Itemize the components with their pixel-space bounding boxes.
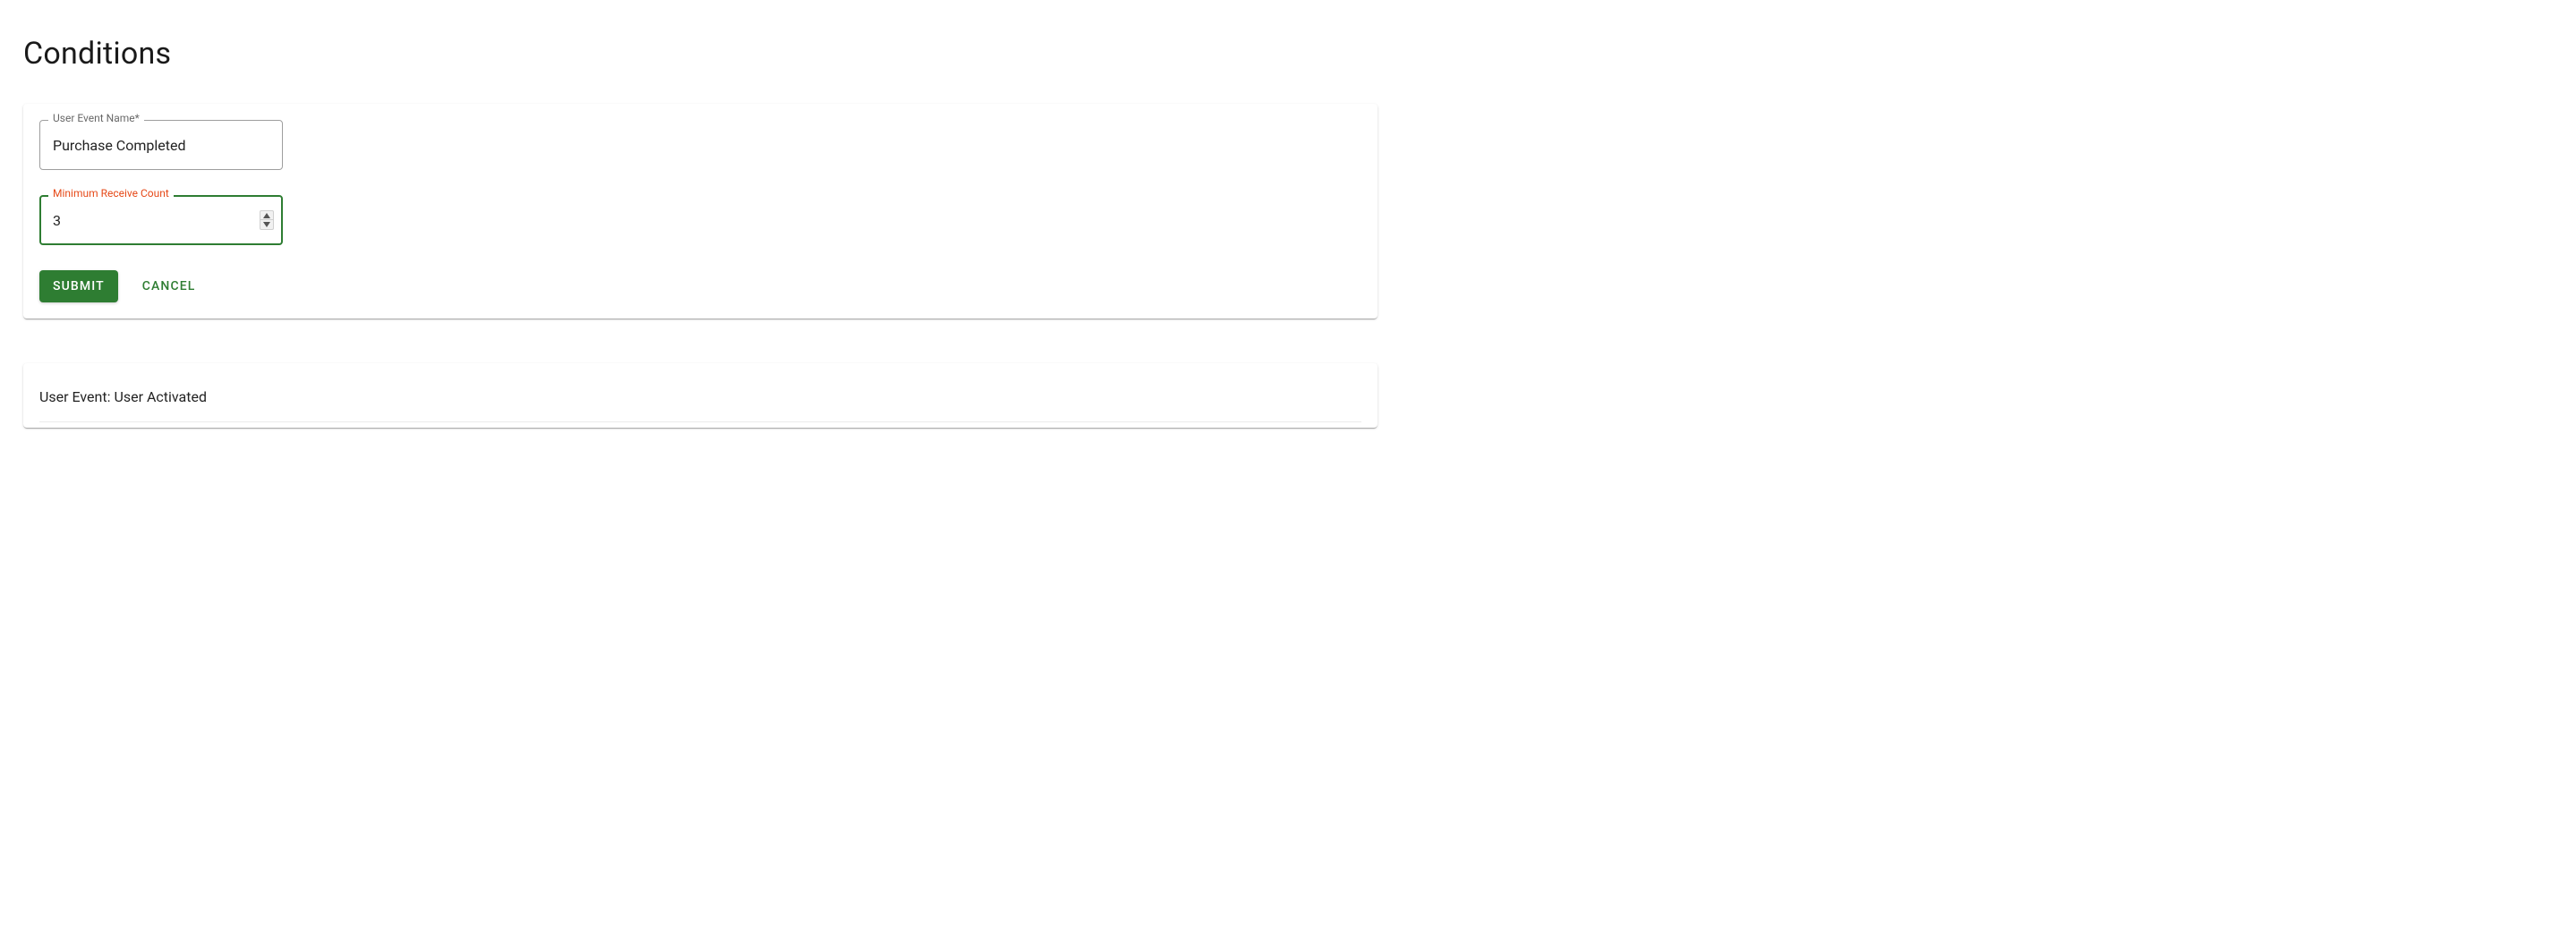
chevron-up-icon (263, 213, 270, 218)
submit-button[interactable]: Submit (39, 270, 118, 302)
spinner-down-button[interactable] (260, 220, 273, 229)
form-button-row: Submit Cancel (39, 270, 1361, 302)
spinner-up-button[interactable] (260, 211, 273, 220)
conditions-list-card: User Event: User Activated (23, 363, 1378, 428)
min-receive-count-input[interactable] (39, 195, 283, 245)
min-receive-count-field-wrap: Minimum Receive Count (39, 195, 283, 245)
user-event-name-field-wrap: User Event Name* (39, 120, 283, 170)
user-event-name-input[interactable] (39, 120, 283, 170)
chevron-down-icon (263, 222, 270, 227)
page-title: Conditions (23, 36, 1378, 72)
user-event-name-label: User Event Name* (48, 112, 144, 124)
cancel-button[interactable]: Cancel (129, 270, 209, 302)
min-receive-count-label: Minimum Receive Count (48, 187, 174, 200)
condition-form-card: User Event Name* Minimum Receive Count S… (23, 104, 1378, 319)
number-spinner (260, 210, 274, 230)
condition-list-item[interactable]: User Event: User Activated (39, 372, 1361, 422)
